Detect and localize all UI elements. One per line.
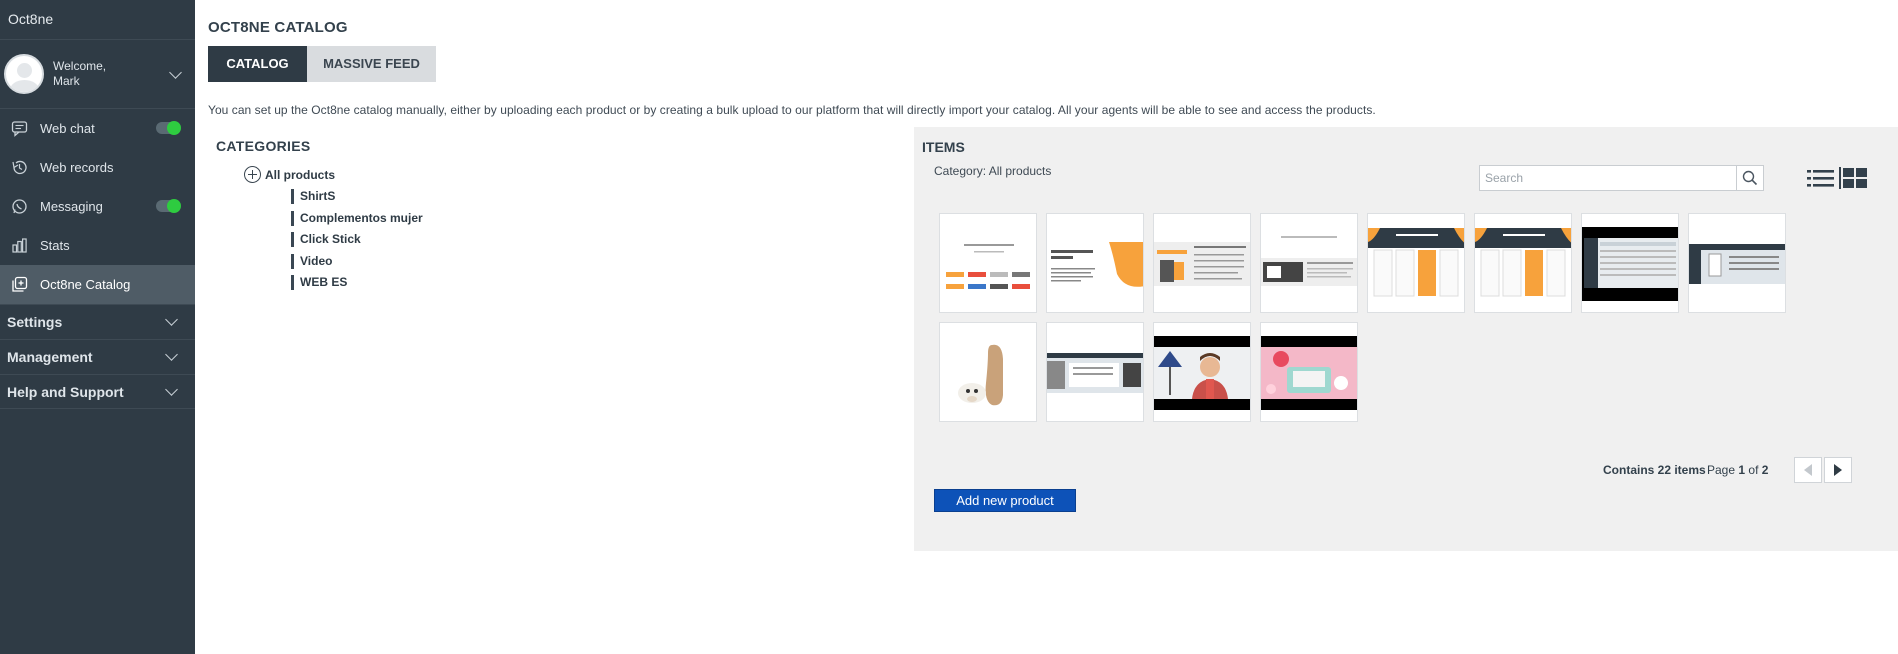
item-thumbnail[interactable]: [1260, 322, 1358, 422]
category-root-label: All products: [265, 167, 336, 182]
chevron-right-icon: [1834, 464, 1842, 476]
main-content: OCT8NE CATALOG CATALOG MASSIVE FEED You …: [195, 0, 1898, 654]
nav-label-stats: Stats: [40, 238, 70, 253]
item-thumbnail[interactable]: [939, 322, 1037, 422]
user-menu[interactable]: Welcome, Mark: [0, 40, 195, 109]
chevron-down-icon: [165, 313, 178, 326]
item-thumbnail[interactable]: [1367, 213, 1465, 313]
section-label-management: Management: [7, 349, 93, 365]
tab-catalog[interactable]: CATALOG: [208, 46, 307, 82]
avatar: [4, 54, 44, 94]
item-thumbnail[interactable]: [1153, 213, 1251, 313]
page-title: OCT8NE CATALOG: [208, 19, 348, 36]
web-chat-toggle[interactable]: [156, 121, 181, 135]
category-item-web-es[interactable]: WEB ES: [291, 275, 423, 290]
section-settings[interactable]: Settings: [0, 304, 195, 339]
section-label-help-and-support: Help and Support: [7, 383, 124, 400]
page-of: of: [1748, 463, 1759, 477]
item-thumbnail[interactable]: [1581, 213, 1679, 313]
grid-view-icon: [1843, 168, 1867, 188]
page-current: 1: [1738, 463, 1746, 477]
sidebar: Oct8ne Welcome, Mark Web chat Web record…: [0, 0, 195, 654]
nav-label-web-records: Web records: [40, 160, 114, 175]
catalog-icon: [9, 275, 29, 295]
nav-item-stats[interactable]: Stats: [0, 226, 195, 265]
section-help-and-support[interactable]: Help and Support: [0, 374, 195, 409]
user-greeting: Welcome, Mark: [53, 59, 106, 89]
chat-icon: [9, 119, 29, 139]
nav-item-web-records[interactable]: Web records: [0, 148, 195, 187]
item-thumbnail[interactable]: [1688, 213, 1786, 313]
nav-label-oct8ne-catalog: Oct8ne Catalog: [40, 277, 131, 292]
item-thumbnail[interactable]: [1046, 213, 1144, 313]
next-page-button[interactable]: [1824, 457, 1852, 483]
grid-view-button[interactable]: [1839, 167, 1869, 189]
search-box: [1479, 165, 1764, 191]
nav-label-messaging: Messaging: [40, 199, 103, 214]
list-view-icon: [1806, 169, 1834, 187]
page-total: 2: [1761, 463, 1769, 477]
chevron-down-icon: [165, 348, 178, 361]
item-thumbnail[interactable]: [1474, 213, 1572, 313]
nav-item-messaging[interactable]: Messaging: [0, 187, 195, 226]
section-management[interactable]: Management: [0, 339, 195, 374]
items-title: ITEMS: [922, 139, 965, 155]
search-icon: [1742, 170, 1758, 186]
item-thumbnail[interactable]: [1046, 322, 1144, 422]
item-thumbnail[interactable]: [1260, 213, 1358, 313]
bar-chart-icon: [9, 236, 29, 256]
whatsapp-icon: [9, 197, 29, 217]
messaging-toggle[interactable]: [156, 199, 181, 213]
add-product-wrapper: Add new product: [934, 489, 1076, 512]
category-root[interactable]: All products: [244, 166, 335, 183]
user-name: Mark: [53, 74, 80, 88]
items-count: Contains 22 items: [1603, 463, 1706, 477]
previous-page-button[interactable]: [1794, 457, 1822, 483]
nav-item-oct8ne-catalog[interactable]: Oct8ne Catalog: [0, 265, 195, 304]
brand-name: Oct8ne: [0, 0, 195, 40]
nav-label-web-chat: Web chat: [40, 121, 95, 136]
section-label-settings: Settings: [7, 314, 63, 330]
search-button[interactable]: [1736, 166, 1763, 190]
items-panel: ITEMS Category: All products Search Cont…: [914, 127, 1898, 551]
categories-title: CATEGORIES: [216, 138, 311, 154]
add-category-icon[interactable]: [244, 166, 261, 183]
category-item-click-stick[interactable]: Click Stick: [291, 232, 423, 247]
category-list: ShirtS Complementos mujer Click Stick Vi…: [291, 189, 423, 297]
category-item-shirts[interactable]: ShirtS: [291, 189, 423, 204]
category-item-complementos-mujer[interactable]: Complementos mujer: [291, 210, 423, 226]
list-view-button[interactable]: [1805, 167, 1835, 189]
item-thumbnail[interactable]: [939, 213, 1037, 313]
chevron-down-icon[interactable]: [169, 66, 182, 79]
add-new-product-button[interactable]: Add new product: [934, 489, 1076, 512]
nav-item-web-chat[interactable]: Web chat: [0, 109, 195, 148]
search-input[interactable]: [1480, 166, 1736, 190]
catalog-tabs: CATALOG MASSIVE FEED: [208, 46, 436, 82]
category-item-video[interactable]: Video: [291, 253, 423, 269]
page-indicator: Page 1 of 2: [1707, 463, 1768, 477]
chevron-left-icon: [1804, 464, 1812, 476]
tab-massive-feed[interactable]: MASSIVE FEED: [307, 46, 436, 82]
page-label: Page: [1707, 463, 1736, 477]
chevron-down-icon: [165, 383, 178, 396]
welcome-text: Welcome,: [53, 59, 107, 73]
current-category: Category: All products: [934, 164, 1052, 178]
history-icon: [9, 158, 29, 178]
item-thumbnail[interactable]: [1153, 322, 1251, 422]
intro-text: You can set up the Oct8ne catalog manual…: [208, 103, 1376, 117]
